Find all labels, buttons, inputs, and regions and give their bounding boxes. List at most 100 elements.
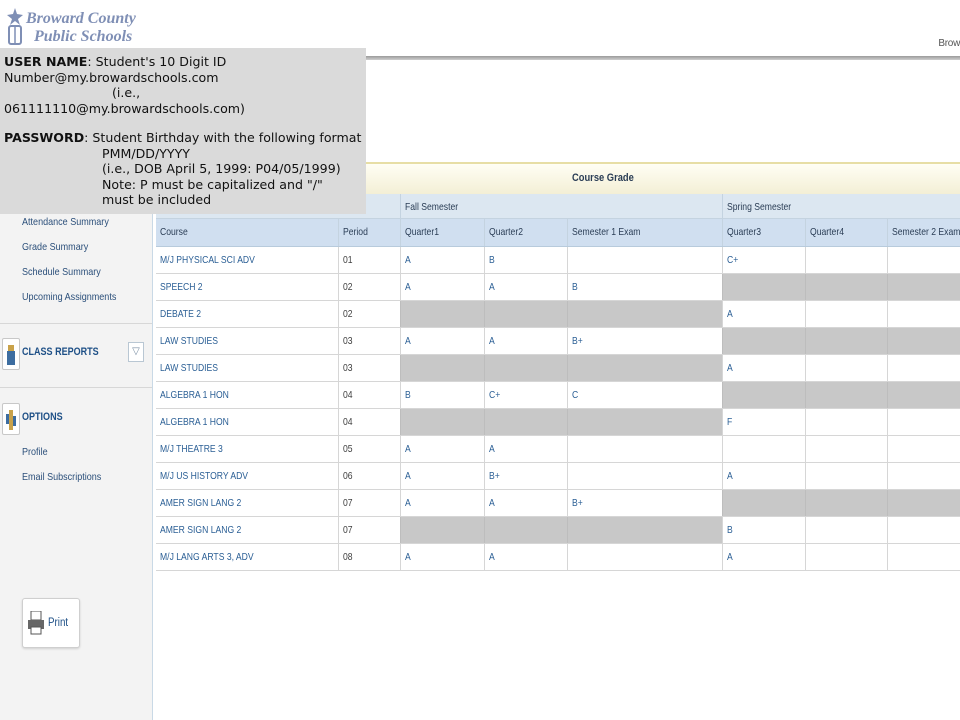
period-cell: 02 [338, 301, 400, 327]
grade-cell-quarter3 [722, 328, 805, 354]
grade-cell-quarter3 [722, 382, 805, 408]
sidebar-link-upcoming-assignments[interactable]: Upcoming Assignments [22, 291, 116, 303]
course-name: M/J PHYSICAL SCI ADV [160, 254, 255, 266]
grade-cell-quarter1: A [400, 463, 484, 489]
course-link[interactable]: M/J US HISTORY ADV [156, 463, 338, 489]
grade-cell-quarter4 [805, 328, 887, 354]
grade-cell-quarter2: A [484, 328, 567, 354]
fall-semester-label: Fall Semester [405, 201, 459, 213]
grade-value: A [405, 497, 411, 509]
grade-cell-quarter1 [400, 301, 484, 327]
grade-cell-quarter2 [484, 301, 567, 327]
fall-semester-header: Fall Semester [400, 194, 722, 218]
grade-cell-quarter1: A [400, 436, 484, 462]
grade-cell-quarter4 [805, 247, 887, 273]
column-header-label: Period [343, 226, 368, 238]
header-top-right-text: Brow [938, 38, 960, 49]
table-row: AMER SIGN LANG 2 07 B [156, 517, 960, 544]
grade-cell-semester-2-exam [887, 544, 960, 570]
period-value: 06 [343, 470, 353, 482]
grade-cell-semester-2-exam [887, 517, 960, 543]
grade-cell-quarter3: C+ [722, 247, 805, 273]
course-link[interactable]: DEBATE 2 [156, 301, 338, 327]
sidebar-link-email-subscriptions[interactable]: Email Subscriptions [22, 471, 101, 483]
grade-cell-semester-2-exam [887, 436, 960, 462]
sidebar-section-class-reports[interactable]: CLASS REPORTS ▽ [0, 334, 152, 374]
period-cell: 07 [338, 490, 400, 516]
grade-cell-quarter2 [484, 517, 567, 543]
period-cell: 07 [338, 517, 400, 543]
grade-value: A [405, 335, 411, 347]
grade-cell-semester-1-exam: B+ [567, 490, 722, 516]
login-instructions-note: USER NAME: Student's 10 Digit ID Number@… [0, 48, 366, 214]
grade-value: A [405, 470, 411, 482]
grade-value: A [489, 335, 495, 347]
grade-value: C [572, 389, 579, 401]
grade-cell-semester-1-exam [567, 301, 722, 327]
grade-cell-quarter1 [400, 355, 484, 381]
grade-cell-quarter3: B [722, 517, 805, 543]
grade-cell-quarter3: A [722, 301, 805, 327]
course-link[interactable]: AMER SIGN LANG 2 [156, 490, 338, 516]
course-link[interactable]: LAW STUDIES [156, 355, 338, 381]
logo-text-line2: Public Schools [34, 28, 133, 45]
course-link[interactable]: M/J THEATRE 3 [156, 436, 338, 462]
grade-cell-semester-1-exam [567, 544, 722, 570]
course-link[interactable]: ALGEBRA 1 HON [156, 382, 338, 408]
course-link[interactable]: SPEECH 2 [156, 274, 338, 300]
table-row: M/J US HISTORY ADV 06 A B+ A [156, 463, 960, 490]
grade-cell-quarter3 [722, 274, 805, 300]
grade-cell-quarter4 [805, 517, 887, 543]
printer-icon [28, 611, 44, 635]
course-link[interactable]: M/J LANG ARTS 3, ADV [156, 544, 338, 570]
period-cell: 03 [338, 328, 400, 354]
grade-cell-quarter4 [805, 355, 887, 381]
grade-cell-semester-1-exam [567, 463, 722, 489]
username-line3: (i.e., [112, 85, 141, 100]
sidebar-link-attendance-summary[interactable]: Attendance Summary [22, 216, 109, 228]
course-link[interactable]: AMER SIGN LANG 2 [156, 517, 338, 543]
sidebar-section-options[interactable]: OPTIONS [0, 399, 152, 439]
course-link[interactable]: ALGEBRA 1 HON [156, 409, 338, 435]
sidebar-link-grade-summary[interactable]: Grade Summary [22, 241, 88, 253]
course-link[interactable]: LAW STUDIES [156, 328, 338, 354]
grade-cell-semester-1-exam: B+ [567, 328, 722, 354]
grade-cell-quarter1 [400, 517, 484, 543]
grade-cell-quarter1: A [400, 328, 484, 354]
username-text: : Student's 10 Digit ID [87, 54, 227, 69]
class-reports-title: CLASS REPORTS [22, 346, 99, 358]
username-label: USER NAME [4, 54, 88, 69]
period-cell: 05 [338, 436, 400, 462]
grade-cell-quarter2: A [484, 490, 567, 516]
sidebar-link-schedule-summary[interactable]: Schedule Summary [22, 266, 101, 278]
password-line3: (i.e., DOB April 5, 1999: P04/05/1999) [102, 161, 341, 176]
period-cell: 02 [338, 274, 400, 300]
grade-cell-semester-2-exam [887, 382, 960, 408]
chevron-down-icon[interactable]: ▽ [128, 342, 144, 362]
grade-value: A [489, 551, 495, 563]
course-link[interactable]: M/J PHYSICAL SCI ADV [156, 247, 338, 273]
print-button[interactable]: Print [22, 598, 80, 648]
grade-value: A [727, 308, 733, 320]
grade-value: A [727, 470, 733, 482]
grade-cell-semester-1-exam: C [567, 382, 722, 408]
grade-cell-semester-2-exam [887, 247, 960, 273]
district-logo: Broward County Public Schools [4, 6, 136, 48]
username-line4: 061111110@my.browardschools.com) [4, 100, 245, 116]
grade-value: B+ [489, 470, 500, 482]
password-label: PASSWORD [4, 130, 85, 145]
course-name: LAW STUDIES [160, 335, 219, 347]
column-header-label: Semester 1 Exam [572, 226, 641, 238]
grade-cell-quarter2 [484, 355, 567, 381]
grade-value: A [405, 254, 411, 266]
password-line5: must be included [102, 192, 212, 207]
sidebar-link-profile[interactable]: Profile [22, 446, 48, 458]
table-row: DEBATE 2 02 A [156, 301, 960, 328]
course-name: SPEECH 2 [160, 281, 203, 293]
period-value: 07 [343, 524, 353, 536]
grade-cell-semester-2-exam [887, 490, 960, 516]
period-cell: 03 [338, 355, 400, 381]
password-text: : Student Birthday with the following fo… [84, 130, 362, 145]
grade-cell-quarter1: B [400, 382, 484, 408]
grade-cell-quarter2: A [484, 544, 567, 570]
